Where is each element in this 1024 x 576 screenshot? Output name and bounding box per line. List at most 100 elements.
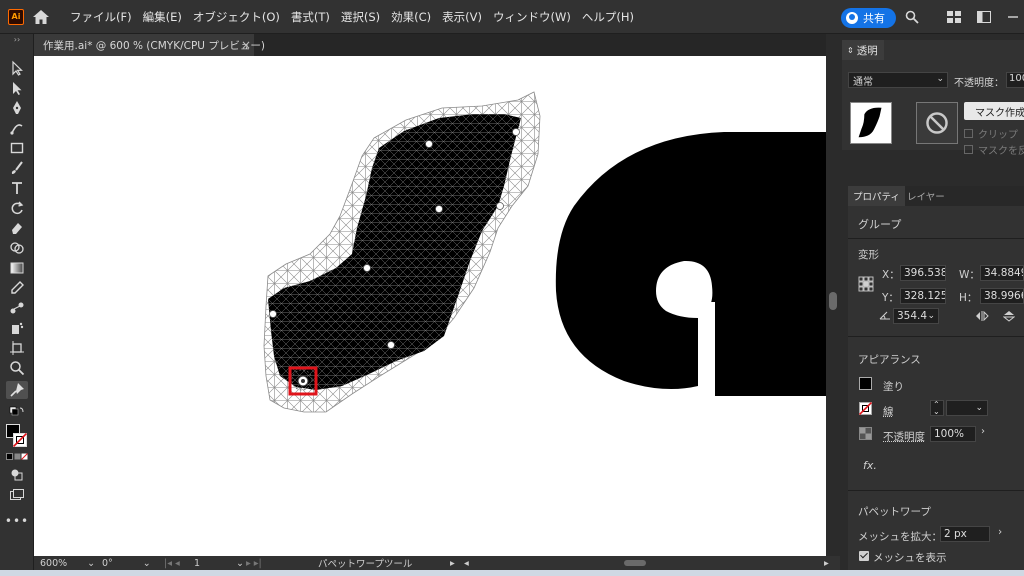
chevron-right-icon[interactable]: ›	[981, 426, 985, 437]
chevron-down-icon: ⌄	[927, 311, 935, 321]
chevron-right-icon[interactable]: ›	[998, 526, 1002, 538]
flip-vertical-icon[interactable]	[1003, 310, 1015, 322]
edit-toolbar-icon[interactable]: •••	[5, 512, 28, 530]
tool-brush[interactable]	[6, 159, 28, 177]
zoom-select[interactable]: 600% ⌄	[40, 556, 95, 570]
right-panel-column: ⇕ 透明 通常 ⌄ 不透明度： 100 マスク作成 クリップ マスクを反	[840, 34, 1024, 570]
arrange-documents-icon[interactable]	[977, 11, 991, 23]
tool-rotate[interactable]	[6, 199, 28, 217]
stroke-swatch[interactable]	[859, 402, 872, 415]
scroll-left-icon[interactable]: ◂	[464, 556, 469, 570]
divider	[848, 238, 1024, 239]
menu-object[interactable]: オブジェクト(O)	[193, 9, 280, 25]
chevron-down-icon: ⌄	[975, 403, 983, 413]
home-icon[interactable]	[32, 9, 50, 25]
shape-builder-icon	[10, 242, 24, 254]
show-mesh-checkbox[interactable]	[859, 551, 869, 561]
y-input[interactable]: 328.125	[900, 288, 946, 304]
h-input[interactable]: 38.9966	[980, 288, 1024, 304]
tool-eyedropper[interactable]	[6, 279, 28, 297]
artboard-select[interactable]: 1 ⌄	[194, 556, 244, 570]
x-input[interactable]: 396.538	[900, 265, 946, 281]
blend-mode-select[interactable]: 通常 ⌄	[848, 72, 948, 88]
close-tab-icon[interactable]: ×	[241, 38, 251, 52]
pen-icon	[13, 101, 21, 114]
tool-rectangle[interactable]	[6, 139, 28, 157]
document-tab-bar: 作業用.ai* @ 600 % (CMYK/CPU プレビュー) ×	[34, 34, 826, 56]
artboard-icon	[10, 341, 24, 355]
vertical-scrollbar[interactable]	[826, 56, 840, 556]
tool-direct-selection[interactable]	[6, 79, 28, 97]
mask-thumbnail[interactable]	[916, 102, 958, 144]
show-mesh-label: メッシュを表示	[873, 552, 947, 564]
appearance-opacity-label[interactable]: 不透明度	[883, 429, 925, 444]
default-colors-swap[interactable]	[6, 404, 28, 422]
properties-panel: プロパティ レイヤー グループ 変形 X： 396.538 W： 34.8849…	[848, 186, 1024, 570]
fill-stroke-swatches[interactable]	[6, 424, 28, 450]
menu-window[interactable]: ウィンドウ(W)	[493, 9, 571, 25]
menu-help[interactable]: ヘルプ(H)	[582, 9, 634, 25]
fill-swatch[interactable]	[859, 377, 872, 390]
paintbrush-icon	[11, 161, 23, 174]
stroke-label[interactable]: 線	[883, 404, 894, 419]
menu-select[interactable]: 選択(S)	[341, 9, 380, 25]
first-artboard-icon[interactable]: |◂ ◂	[164, 556, 180, 570]
tool-pen[interactable]	[6, 99, 28, 117]
status-menu-icon[interactable]: ▸	[450, 556, 455, 570]
draw-mode[interactable]	[6, 466, 28, 484]
menu-effect[interactable]: 効果(C)	[391, 9, 431, 25]
rotation-select[interactable]: 0° ⌄	[102, 556, 151, 570]
tool-selection[interactable]	[6, 59, 28, 77]
next-artboard-icon[interactable]: ▸ ▸|	[246, 556, 262, 570]
opacity-input[interactable]: 100	[1006, 72, 1024, 88]
tool-curvature[interactable]	[6, 119, 28, 137]
angle-select[interactable]: 354.4 ⌄	[893, 308, 939, 324]
transparency-tab[interactable]: ⇕ 透明	[842, 40, 884, 60]
flip-horizontal-icon[interactable]	[975, 311, 989, 321]
tool-zoom[interactable]	[6, 359, 28, 377]
tool-blend[interactable]	[6, 299, 28, 317]
tool-eraser[interactable]	[6, 219, 28, 237]
expand-mesh-input[interactable]: 2 px	[940, 526, 990, 542]
stroke-weight-select[interactable]: ⌄	[946, 400, 988, 416]
clip-checkbox[interactable]: クリップ	[964, 126, 1018, 141]
tab-layers[interactable]: レイヤー	[902, 186, 950, 206]
opacity-label: 不透明度：	[954, 78, 1004, 89]
canvas[interactable]	[34, 56, 826, 556]
s-shape[interactable]	[254, 86, 554, 426]
menu-type[interactable]: 書式(T)	[291, 9, 330, 25]
tool-gradient[interactable]	[6, 259, 28, 277]
menu-file[interactable]: ファイル(F)	[70, 9, 132, 25]
letter-glyph[interactable]	[555, 132, 826, 396]
workspace-switcher-icon[interactable]	[947, 11, 961, 23]
document-tab[interactable]: 作業用.ai* @ 600 % (CMYK/CPU プレビュー)	[34, 34, 265, 56]
tool-shape-builder[interactable]	[6, 239, 28, 257]
color-mode-buttons[interactable]	[6, 451, 28, 463]
blend-mode-value: 通常	[853, 76, 873, 88]
tab-properties[interactable]: プロパティ	[848, 186, 905, 206]
screen-mode[interactable]	[6, 486, 28, 504]
tool-type[interactable]	[6, 179, 28, 197]
menu-view[interactable]: 表示(V)	[442, 9, 482, 25]
search-icon[interactable]	[905, 10, 919, 24]
invert-mask-checkbox[interactable]: マスクを反	[964, 142, 1024, 157]
tool-symbol-sprayer[interactable]	[6, 319, 28, 337]
make-mask-button[interactable]: マスク作成	[964, 102, 1024, 120]
hscroll-thumb[interactable]	[624, 556, 646, 570]
scroll-right-icon[interactable]: ▸	[824, 556, 829, 570]
tool-puppet-warp[interactable]	[6, 381, 28, 399]
menu-edit[interactable]: 編集(E)	[143, 9, 182, 25]
reference-point-icon[interactable]	[858, 276, 874, 292]
fx-icon[interactable]: fx.	[863, 459, 877, 472]
transparency-tab-label: 透明	[856, 44, 878, 57]
toolbar-collapse-icon[interactable]: ››	[6, 34, 28, 44]
chevron-down-icon: ⌄	[236, 557, 245, 569]
share-button[interactable]: 共有	[841, 8, 896, 28]
minimize-icon[interactable]	[1006, 11, 1020, 23]
scrollbar-thumb[interactable]	[829, 292, 837, 310]
eraser-icon	[12, 223, 22, 234]
tool-artboard[interactable]	[6, 339, 28, 357]
appearance-opacity-input[interactable]: 100%	[930, 426, 976, 442]
stroke-weight-stepper[interactable]: ⌃ ⌄	[930, 400, 944, 416]
w-input[interactable]: 34.8849	[980, 265, 1024, 281]
